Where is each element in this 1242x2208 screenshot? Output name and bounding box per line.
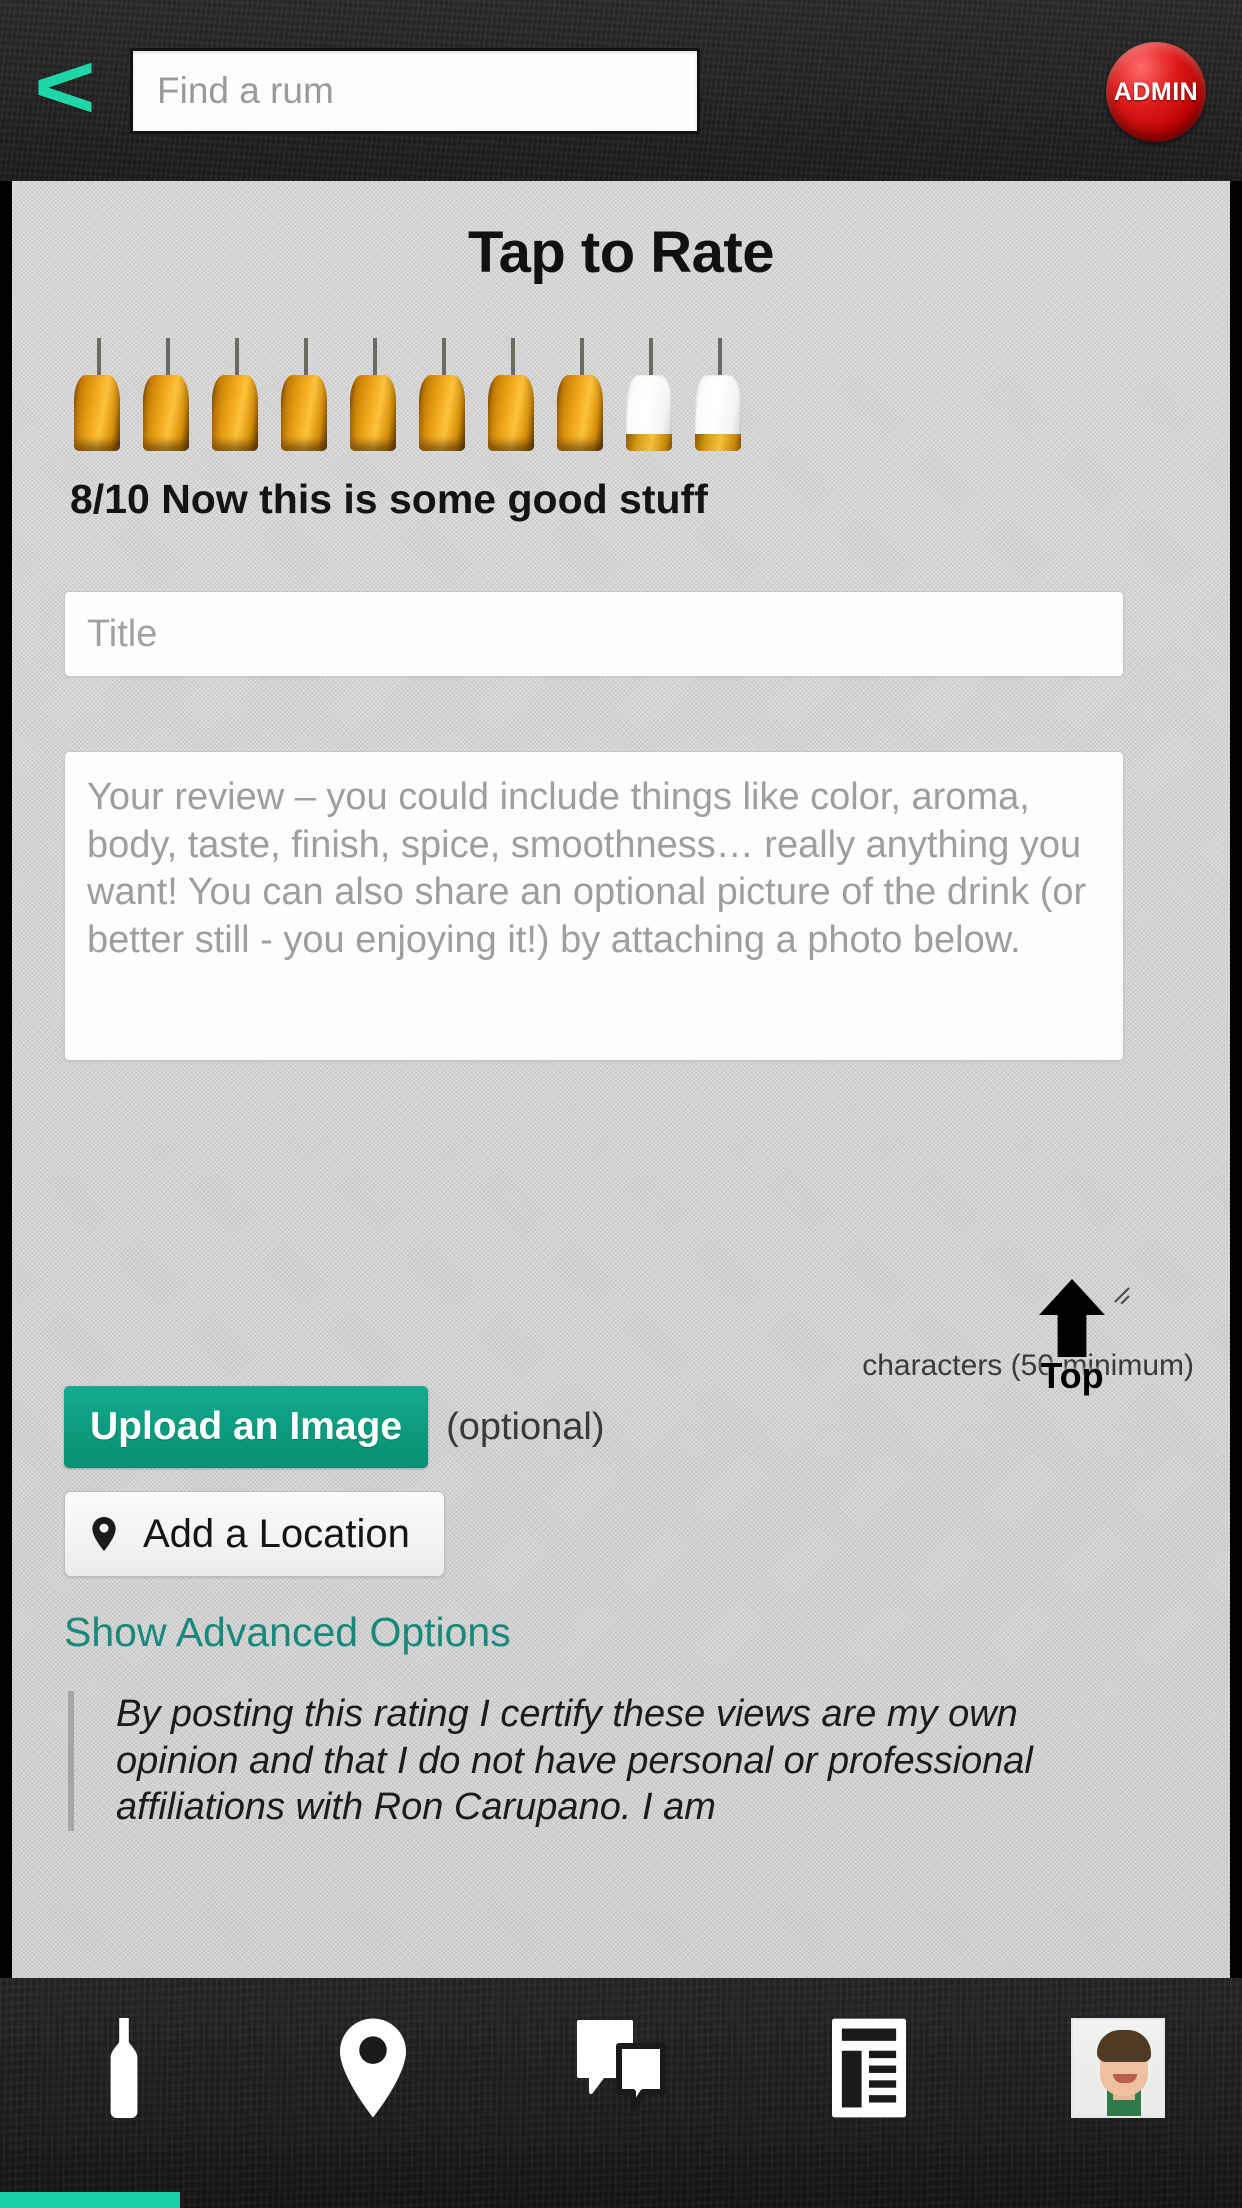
map-pin-icon xyxy=(339,2018,406,2118)
bottle-body xyxy=(488,375,534,451)
page-load-progress-bar xyxy=(0,2192,180,2208)
map-pin-icon xyxy=(92,1517,116,1551)
rating-bottle-row[interactable] xyxy=(12,338,1230,454)
nav-item-feed[interactable] xyxy=(745,1978,993,2158)
rating-bottle-5[interactable] xyxy=(340,338,409,454)
rating-bottle-4[interactable] xyxy=(271,338,340,454)
rating-bottle-2[interactable] xyxy=(133,338,202,454)
bottle-body xyxy=(143,375,189,451)
add-location-label: Add a Location xyxy=(143,1511,410,1556)
bottle-body xyxy=(281,375,327,451)
upload-row: Upload an Image (optional) xyxy=(64,1386,604,1468)
bottle-neck xyxy=(648,338,653,380)
nav-item-profile[interactable] xyxy=(994,1978,1242,2158)
bottle-neck xyxy=(510,338,515,380)
bottle-neck xyxy=(234,338,239,380)
rating-summary-text: 8/10 Now this is some good stuff xyxy=(70,476,708,522)
upload-optional-note: (optional) xyxy=(446,1405,605,1448)
bottom-navigation-bar xyxy=(0,1978,1242,2208)
bottle-icon xyxy=(110,2018,138,2118)
search-container xyxy=(130,47,1242,134)
bottle-body xyxy=(695,375,741,451)
bottle-body xyxy=(626,375,672,451)
rating-bottle-3[interactable] xyxy=(202,338,271,454)
rating-bottle-9[interactable] xyxy=(616,338,685,454)
scroll-to-top-button[interactable]: Top xyxy=(1012,1279,1132,1397)
bottle-body xyxy=(557,375,603,451)
review-title-input[interactable] xyxy=(64,591,1124,677)
top-bar: < ADMIN xyxy=(0,0,1242,181)
avatar-hair xyxy=(1096,2030,1151,2062)
show-advanced-options-link[interactable]: Show Advanced Options xyxy=(64,1609,511,1656)
bottle-neck xyxy=(579,338,584,380)
scroll-to-top-label: Top xyxy=(1040,1355,1104,1396)
page-title: Tap to Rate xyxy=(468,220,775,285)
bottle-body xyxy=(350,375,396,451)
posting-disclaimer-text: By posting this rating I certify these v… xyxy=(68,1691,1128,1832)
back-chevron-icon: < xyxy=(34,35,96,138)
bottle-neck xyxy=(441,338,446,380)
bottle-body xyxy=(74,375,120,451)
content-scroll-area[interactable]: Tap to Rate 8/10 Now this is some good s… xyxy=(12,181,1230,1978)
avatar-photo xyxy=(1070,2018,1165,2118)
search-input[interactable] xyxy=(130,47,700,134)
rating-bottle-1[interactable] xyxy=(64,338,133,454)
upload-image-button[interactable]: Upload an Image xyxy=(64,1386,429,1468)
arrow-up-icon xyxy=(1039,1279,1105,1357)
app-root: < ADMIN Tap to Rate xyxy=(0,0,1242,2208)
bottle-body xyxy=(212,375,258,451)
nav-item-bottle[interactable] xyxy=(0,1978,248,2158)
chat-bubbles-icon xyxy=(576,2020,666,2111)
rating-bottle-10[interactable] xyxy=(685,338,754,454)
news-list-icon xyxy=(832,2018,907,2118)
bottle-neck xyxy=(303,338,308,380)
admin-badge-label: ADMIN xyxy=(1113,77,1199,106)
bottle-neck xyxy=(717,338,722,380)
nav-item-chat[interactable] xyxy=(497,1978,745,2158)
bottle-body xyxy=(419,375,465,451)
rating-bottle-7[interactable] xyxy=(478,338,547,454)
admin-badge[interactable]: ADMIN xyxy=(1106,42,1206,142)
bottle-neck xyxy=(372,338,377,380)
bottle-neck xyxy=(165,338,170,380)
add-location-button[interactable]: Add a Location xyxy=(64,1491,445,1577)
rating-bottle-8[interactable] xyxy=(547,338,616,454)
rating-bottle-6[interactable] xyxy=(409,338,478,454)
back-button[interactable]: < xyxy=(0,0,130,181)
review-body-textarea[interactable] xyxy=(64,751,1124,1061)
nav-item-map[interactable] xyxy=(248,1978,496,2158)
bottle-neck xyxy=(96,338,101,380)
